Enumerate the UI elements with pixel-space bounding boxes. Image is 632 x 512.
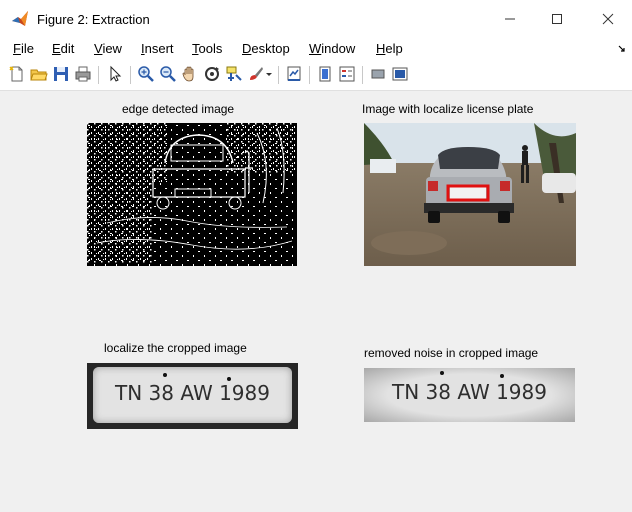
save-icon[interactable] <box>52 65 70 83</box>
menu-insert[interactable]: Insert <box>141 41 174 56</box>
matlab-logo-icon <box>12 11 28 26</box>
localized-plate-image[interactable] <box>364 123 576 266</box>
hide-plot-tools-icon[interactable] <box>369 65 387 83</box>
denoised-plate-image[interactable]: TN 38 AW 1989 <box>364 368 575 422</box>
plate-surface: TN 38 AW 1989 <box>364 368 575 422</box>
minimize-icon <box>505 18 515 20</box>
window-title: Figure 2: Extraction <box>37 12 150 27</box>
link-plot-icon[interactable] <box>285 65 303 83</box>
figure-canvas: edge detected image Image with localize … <box>5 91 632 512</box>
title-bar[interactable]: Figure 2: Extraction <box>0 0 632 38</box>
toolbar-separator <box>98 66 99 84</box>
cropped-plate-image[interactable]: TN 38 AW 1989 <box>87 363 298 429</box>
plate-surface: TN 38 AW 1989 <box>93 367 292 423</box>
pointer-icon[interactable] <box>106 65 124 83</box>
menu-desktop[interactable]: Desktop <box>242 41 290 56</box>
colorbar-icon[interactable] <box>316 65 334 83</box>
brush-icon[interactable] <box>247 65 265 83</box>
maximize-icon <box>552 14 562 24</box>
close-icon <box>602 13 614 25</box>
zoom-in-icon[interactable] <box>137 65 155 83</box>
toolbar-separator <box>362 66 363 84</box>
legend-icon[interactable] <box>338 65 356 83</box>
matlab-figure-window: Figure 2: Extraction File Edit View Inse… <box>0 0 632 512</box>
zoom-out-icon[interactable] <box>159 65 177 83</box>
plate-text: TN 38 AW 1989 <box>392 380 547 404</box>
minimize-button[interactable] <box>490 6 530 32</box>
edge-image-graphic <box>87 123 297 266</box>
data-cursor-icon[interactable] <box>225 65 243 83</box>
menu-file[interactable]: File <box>13 41 34 56</box>
close-button[interactable] <box>588 6 628 32</box>
menu-overflow-arrow-icon[interactable] <box>618 45 626 53</box>
car-photo-graphic <box>364 123 576 266</box>
menu-edit[interactable]: Edit <box>52 41 74 56</box>
subplot-title-cropped: localize the cropped image <box>104 341 247 355</box>
toolbar-separator <box>309 66 310 84</box>
brush-dropdown-icon[interactable] <box>265 65 273 83</box>
rotate-3d-icon[interactable] <box>203 65 221 83</box>
menu-view[interactable]: View <box>94 41 122 56</box>
new-figure-icon[interactable] <box>8 65 26 83</box>
print-icon[interactable] <box>74 65 92 83</box>
menu-help[interactable]: Help <box>376 41 403 56</box>
menu-window[interactable]: Window <box>309 41 355 56</box>
figure-toolbar <box>0 60 632 91</box>
toolbar-separator <box>278 66 279 84</box>
menu-bar: File Edit View Insert Tools Desktop Wind… <box>0 38 632 60</box>
plate-rivet <box>163 373 167 377</box>
plate-text: TN 38 AW 1989 <box>115 381 270 405</box>
pan-hand-icon[interactable] <box>181 65 199 83</box>
maximize-button[interactable] <box>537 6 577 32</box>
plate-rivet <box>500 374 504 378</box>
menu-tools[interactable]: Tools <box>192 41 222 56</box>
toolbar-separator <box>130 66 131 84</box>
subplot-title-localized-plate: Image with localize license plate <box>362 102 534 116</box>
edge-detected-image[interactable] <box>87 123 297 266</box>
subplot-title-edge-detected: edge detected image <box>122 102 235 116</box>
show-plot-tools-icon[interactable] <box>391 65 409 83</box>
open-file-icon[interactable] <box>30 65 48 83</box>
subplot-title-noise-removed: removed noise in cropped image <box>364 346 539 360</box>
plate-rivet <box>440 371 444 375</box>
